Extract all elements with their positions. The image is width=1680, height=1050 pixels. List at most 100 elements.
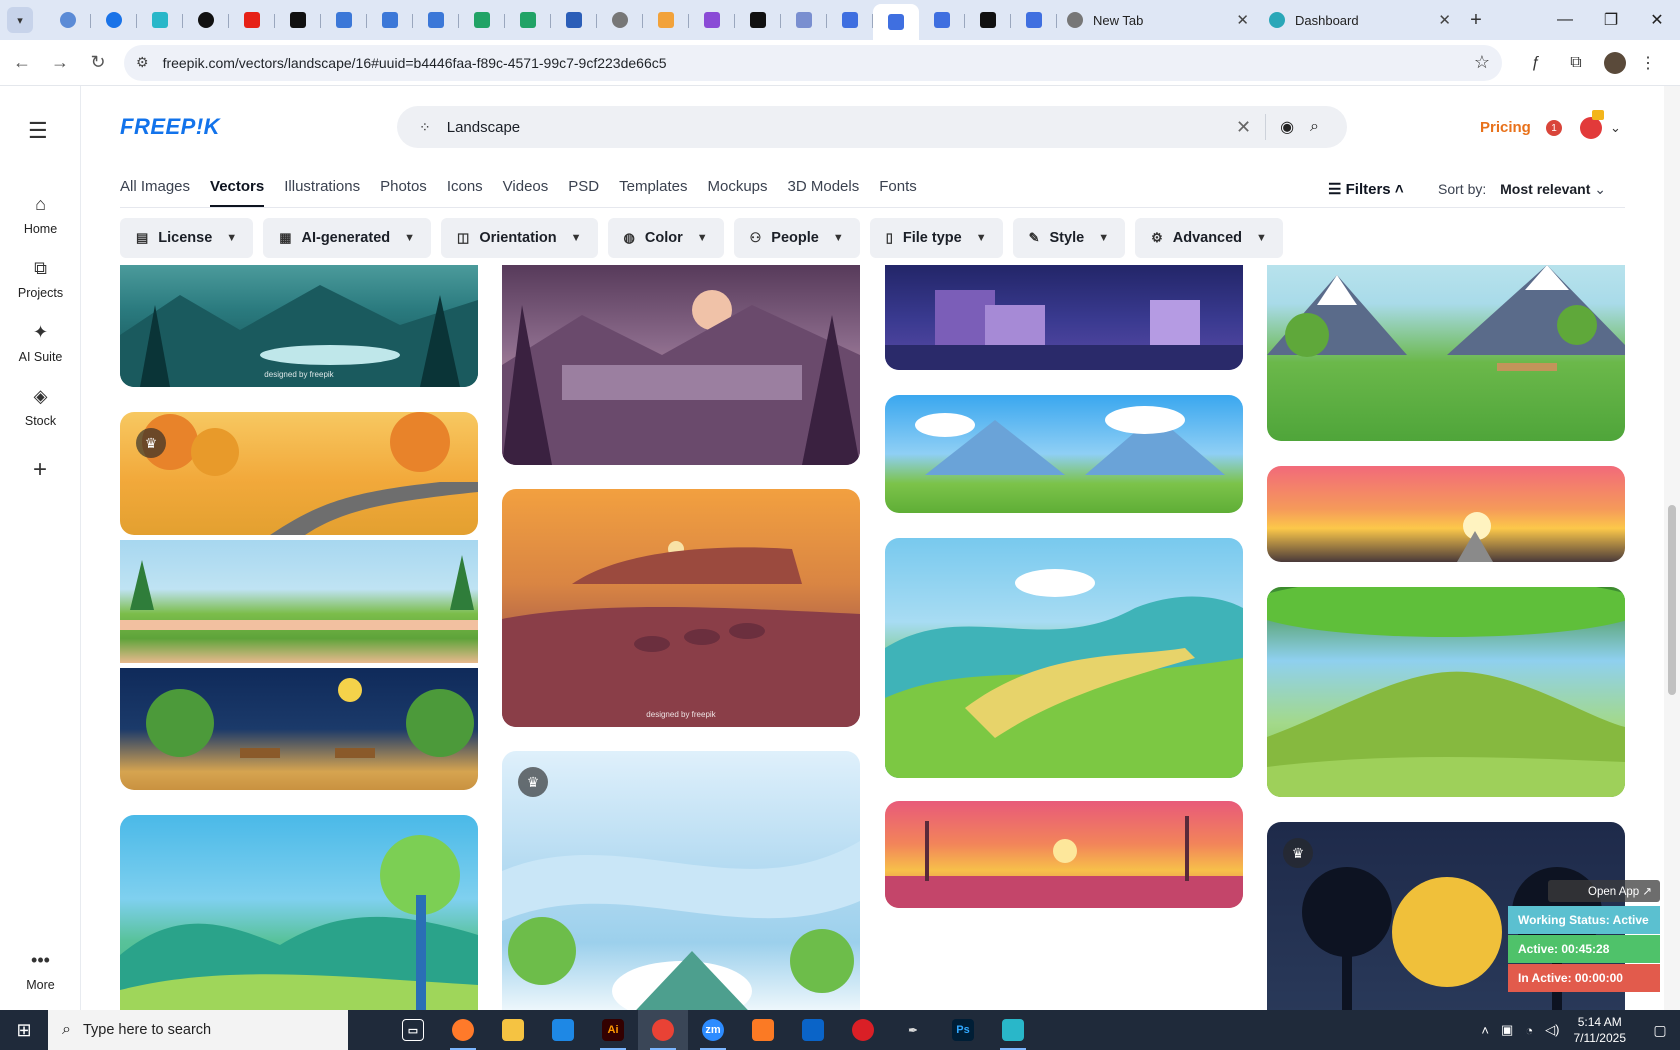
chevron-down-icon[interactable]: ⌄ xyxy=(1610,120,1621,136)
sidebar-item-projects[interactable]: ⧉ Projects xyxy=(0,258,81,302)
gallery-image[interactable] xyxy=(885,265,1243,370)
clear-search-icon[interactable]: ✕ xyxy=(1236,117,1251,138)
url-field[interactable]: ⚙ freepik.com/vectors/landscape/16#uuid=… xyxy=(124,44,1502,81)
search-type-icon[interactable]: ⁘ xyxy=(419,119,431,136)
gallery-image[interactable] xyxy=(1267,265,1625,441)
filter-orientation[interactable]: ◫ Orientation ▼ xyxy=(441,218,598,258)
filter-license[interactable]: ▤ License ▼ xyxy=(120,218,254,258)
freepik-logo[interactable]: FREEP!K xyxy=(120,114,220,140)
tab-templates[interactable]: Templates xyxy=(619,178,687,207)
kebab-menu-icon[interactable]: ⋮ xyxy=(1630,47,1666,79)
hamburger-menu-icon[interactable]: ☰ xyxy=(28,120,50,142)
profile-avatar[interactable] xyxy=(1604,51,1626,74)
close-window-icon[interactable]: ✕ xyxy=(1634,0,1680,40)
browser-tab[interactable]: New Tab ✕ xyxy=(1057,4,1259,36)
pinned-tab[interactable] xyxy=(459,4,505,36)
tab-fonts[interactable]: Fonts xyxy=(879,178,917,207)
filter-color[interactable]: ◍ Color ▼ xyxy=(607,218,724,258)
open-app-button[interactable]: Open App ↗ xyxy=(1548,880,1660,902)
gallery-image[interactable] xyxy=(885,395,1243,513)
volume-icon[interactable]: ◁) xyxy=(1545,1022,1559,1038)
pinned-tab[interactable] xyxy=(643,4,689,36)
pinned-tab[interactable] xyxy=(91,4,137,36)
gallery-image[interactable]: designed by freepik xyxy=(120,265,478,387)
sidebar-item-more[interactable]: ••• More xyxy=(0,950,81,994)
pinned-tab[interactable] xyxy=(275,4,321,36)
extension-icon[interactable]: ƒ xyxy=(1518,47,1554,79)
browser-tab[interactable]: Dashboard ✕ xyxy=(1259,4,1461,36)
puzzle-icon[interactable]: ⧉ xyxy=(1558,47,1594,79)
pinned-tab[interactable] xyxy=(367,4,413,36)
wifi-icon[interactable]: ◔ xyxy=(1525,1023,1533,1038)
taskbar-app-illustrator[interactable]: Ai xyxy=(588,1010,638,1050)
tab-search-button[interactable]: ▾ xyxy=(7,7,33,33)
pinned-tab[interactable] xyxy=(735,4,781,36)
filters-toggle[interactable]: ☰ Filters ˄ xyxy=(1328,180,1404,198)
system-clock[interactable]: 5:14 AM 7/11/2025 xyxy=(1574,1014,1627,1046)
filter-ai-generated[interactable]: ▦ AI-generated ▼ xyxy=(263,218,432,258)
pinned-tab[interactable] xyxy=(505,4,551,36)
tab-videos[interactable]: Videos xyxy=(503,178,549,207)
gallery-image[interactable] xyxy=(885,801,1243,908)
add-icon[interactable]: + xyxy=(22,452,58,488)
gallery-image[interactable]: ♛ xyxy=(120,412,478,535)
taskbar-app-outlook[interactable] xyxy=(788,1010,838,1050)
taskbar-app-zoom[interactable]: zm xyxy=(688,1010,738,1050)
pinned-tab[interactable] xyxy=(919,4,965,36)
new-tab-button[interactable]: + xyxy=(1461,5,1491,35)
pinned-tab[interactable] xyxy=(689,4,735,36)
pinned-tab[interactable] xyxy=(965,4,1011,36)
pinned-tab[interactable] xyxy=(137,4,183,36)
back-icon[interactable]: ← xyxy=(6,47,38,79)
tab-photos[interactable]: Photos xyxy=(380,178,427,207)
restore-icon[interactable]: ❐ xyxy=(1588,0,1634,40)
gallery-image[interactable]: ♛ xyxy=(502,751,860,1010)
gallery-image[interactable] xyxy=(120,815,478,1010)
camera-search-icon[interactable]: ◉ xyxy=(1280,117,1294,137)
pinned-tab[interactable] xyxy=(183,4,229,36)
gallery-image[interactable] xyxy=(885,538,1243,778)
bookmark-star-icon[interactable]: ☆ xyxy=(1474,52,1490,73)
pricing-link[interactable]: Pricing xyxy=(1480,119,1531,136)
url-text[interactable]: freepik.com/vectors/landscape/16#uuid=b4… xyxy=(163,55,667,71)
task-view-button[interactable]: ▭ xyxy=(388,1010,438,1050)
gallery-image[interactable] xyxy=(1267,466,1625,562)
filter-file-type[interactable]: ▯ File type ▼ xyxy=(869,218,1003,258)
sort-dropdown[interactable]: Sort by: Most relevant ⌄ xyxy=(1438,181,1606,198)
search-icon[interactable]: ⌕ xyxy=(1310,118,1319,136)
taskbar-app-explorer[interactable] xyxy=(488,1010,538,1050)
taskbar-app-photoshop[interactable]: Ps xyxy=(938,1010,988,1050)
forward-icon[interactable]: → xyxy=(44,47,76,79)
chevron-up-icon[interactable]: ˄ xyxy=(1481,1023,1489,1038)
tab-psd[interactable]: PSD xyxy=(568,178,599,207)
pinned-tab[interactable] xyxy=(781,4,827,36)
close-icon[interactable]: ✕ xyxy=(1236,11,1249,29)
tab-vectors[interactable]: Vectors xyxy=(210,178,265,207)
user-avatar[interactable] xyxy=(1580,117,1602,139)
pinned-tab[interactable] xyxy=(321,4,367,36)
network-icon[interactable]: ▣ xyxy=(1501,1022,1513,1038)
taskbar-app-firefox[interactable] xyxy=(438,1010,488,1050)
tab-all-images[interactable]: All Images xyxy=(120,178,190,207)
pinned-tab[interactable] xyxy=(45,4,91,36)
pinned-tab[interactable] xyxy=(827,4,873,36)
sidebar-item-ai-suite[interactable]: ✦ AI Suite xyxy=(0,322,81,366)
pinned-tab[interactable] xyxy=(413,4,459,36)
sidebar-item-home[interactable]: ⌂ Home xyxy=(0,194,81,238)
notification-center-icon[interactable]: ▢ xyxy=(1640,1010,1680,1050)
pinned-tab[interactable] xyxy=(1011,4,1057,36)
taskbar-app-chrome[interactable] xyxy=(638,1010,688,1050)
tab-mockups[interactable]: Mockups xyxy=(707,178,767,207)
tab-3d-models[interactable]: 3D Models xyxy=(788,178,860,207)
taskbar-app-creative-cloud[interactable] xyxy=(838,1010,888,1050)
windows-start-icon[interactable]: ⊞ xyxy=(0,1010,48,1050)
minimize-icon[interactable]: — xyxy=(1542,0,1588,40)
taskbar-app-xampp[interactable] xyxy=(738,1010,788,1050)
scrollbar-thumb[interactable] xyxy=(1668,505,1676,695)
pinned-tab[interactable] xyxy=(597,4,643,36)
gallery-image[interactable]: designed by freepik xyxy=(502,489,860,727)
tab-illustrations[interactable]: Illustrations xyxy=(284,178,360,207)
site-info-icon[interactable]: ⚙ xyxy=(136,54,149,71)
taskbar-app-dashboard[interactable] xyxy=(988,1010,1038,1050)
taskbar-app-pen[interactable]: ✒ xyxy=(888,1010,938,1050)
